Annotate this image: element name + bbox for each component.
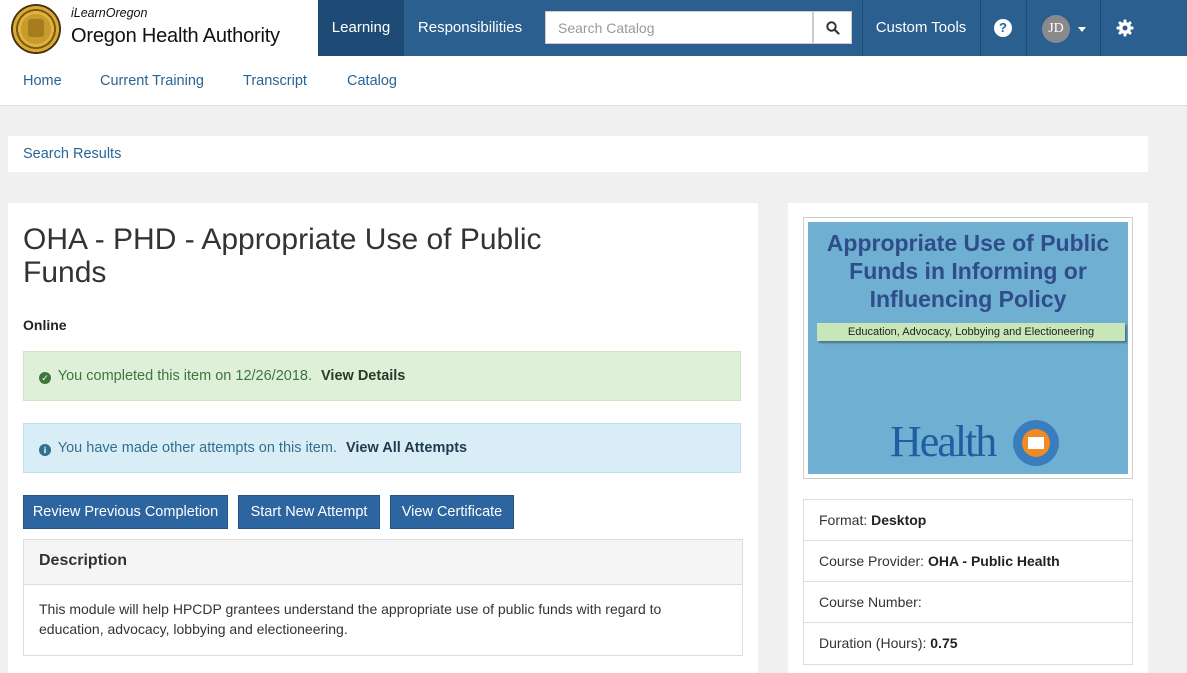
review-previous-completion-button[interactable]: Review Previous Completion xyxy=(23,495,228,529)
brand-subtitle: iLearnOregon xyxy=(71,6,148,20)
page-title: OHA - PHD - Appropriate Use of Public Fu… xyxy=(23,223,542,289)
search-icon xyxy=(826,21,840,35)
detail-value: Desktop xyxy=(871,512,927,528)
subnav-current-training[interactable]: Current Training xyxy=(100,73,204,89)
detail-label: Format: xyxy=(819,512,868,528)
completion-alert: ✓ You completed this item on 12/26/2018.… xyxy=(23,351,741,401)
completion-text: You completed this item on 12/26/2018. xyxy=(57,368,312,384)
nav-responsibilities[interactable]: Responsibilities xyxy=(404,0,536,56)
attempts-alert: i You have made other attempts on this i… xyxy=(23,423,741,473)
description-text: This module will help HPCDP grantees und… xyxy=(39,601,662,637)
info-circle-icon: i xyxy=(39,444,51,456)
check-circle-icon: ✓ xyxy=(39,372,51,384)
detail-label: Duration (Hours): xyxy=(819,635,927,651)
detail-value: 0.75 xyxy=(930,635,958,651)
course-side-panel: Appropriate Use of Public Funds in Infor… xyxy=(788,203,1148,673)
breadcrumb-search-results[interactable]: Search Results xyxy=(23,146,121,162)
view-all-attempts-link[interactable]: View All Attempts xyxy=(346,440,467,456)
detail-course-number: Course Number: xyxy=(804,582,1132,623)
search-button[interactable] xyxy=(813,11,852,44)
nav-learning[interactable]: Learning xyxy=(318,0,404,56)
brand-title: Oregon Health Authority xyxy=(71,25,280,47)
detail-value: OHA - Public Health xyxy=(927,553,1060,569)
thumbnail-subtitle: Education, Advocacy, Lobbying and Electi… xyxy=(817,323,1125,341)
start-new-attempt-button[interactable]: Start New Attempt xyxy=(238,495,380,529)
description-panel: Description This module will help HPCDP … xyxy=(23,539,743,656)
subnav-transcript[interactable]: Transcript xyxy=(243,73,307,89)
nav-custom-tools[interactable]: Custom Tools xyxy=(862,0,980,56)
subnav-home[interactable]: Home xyxy=(23,73,62,89)
detail-label: Course Number: xyxy=(819,594,922,610)
view-certificate-button[interactable]: View Certificate xyxy=(390,495,514,529)
attempts-text: You have made other attempts on this ite… xyxy=(57,440,337,456)
detail-label: Course Provider: xyxy=(819,553,925,569)
brand-logo-area[interactable]: iLearnOregon Oregon Health Authority xyxy=(0,0,318,56)
nav-divider xyxy=(980,0,981,56)
state-seal-icon xyxy=(11,4,61,54)
sub-navigation: Home Current Training Transcript Catalog xyxy=(0,56,1187,106)
course-format: Online xyxy=(23,317,67,333)
gear-icon[interactable] xyxy=(1116,19,1134,37)
healthy-communities-logo-icon xyxy=(1013,420,1059,466)
search-input[interactable] xyxy=(545,11,813,44)
detail-duration: Duration (Hours): 0.75 xyxy=(804,623,1132,664)
thumbnail-image: Appropriate Use of Public Funds in Infor… xyxy=(808,222,1128,474)
description-heading: Description xyxy=(39,552,128,569)
breadcrumb: Search Results xyxy=(8,136,1148,172)
course-thumbnail: Appropriate Use of Public Funds in Infor… xyxy=(803,217,1133,479)
nav-divider xyxy=(1026,0,1027,56)
top-navbar: iLearnOregon Oregon Health Authority Lea… xyxy=(0,0,1187,56)
course-details-list: Format: Desktop Course Provider: OHA - P… xyxy=(803,499,1133,665)
detail-format: Format: Desktop xyxy=(804,500,1132,541)
chevron-down-icon[interactable] xyxy=(1078,27,1086,32)
help-icon[interactable]: ? xyxy=(994,19,1012,37)
health-logo: Health xyxy=(890,417,997,466)
view-details-link[interactable]: View Details xyxy=(321,368,405,384)
course-main-panel: OHA - PHD - Appropriate Use of Public Fu… xyxy=(8,203,758,673)
thumbnail-title: Appropriate Use of Public Funds in Infor… xyxy=(826,230,1110,312)
user-avatar[interactable]: JD xyxy=(1042,15,1070,43)
subnav-catalog[interactable]: Catalog xyxy=(347,73,397,89)
description-header: Description xyxy=(24,540,742,585)
nav-divider xyxy=(1100,0,1101,56)
detail-course-provider: Course Provider: OHA - Public Health xyxy=(804,541,1132,582)
